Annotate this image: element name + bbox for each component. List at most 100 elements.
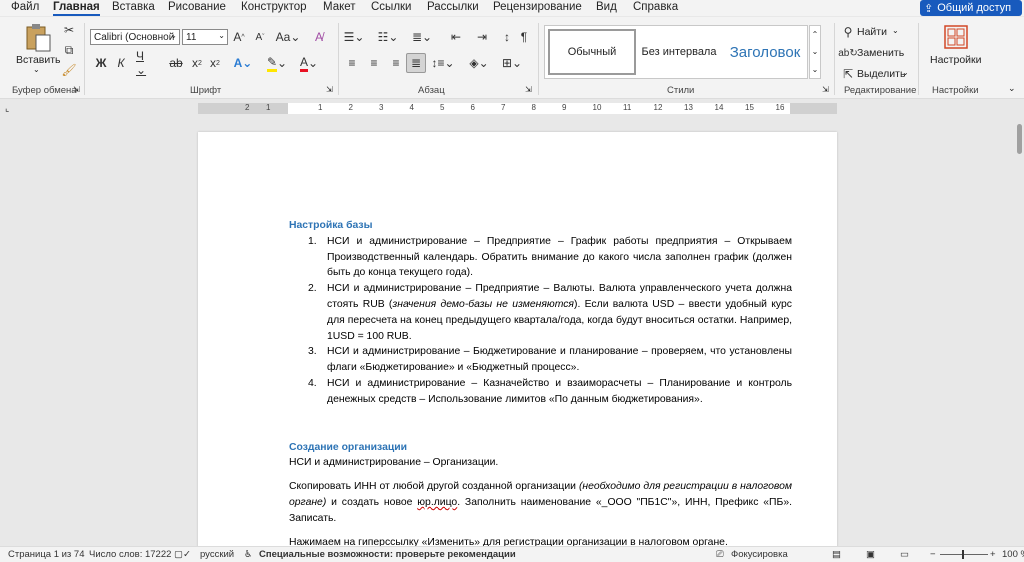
- zoom-slider[interactable]: [940, 554, 988, 555]
- font-name-select[interactable]: Calibri (Основной ⌄: [90, 29, 180, 45]
- vertical-scrollbar[interactable]: [1015, 118, 1024, 546]
- text-effects-icon[interactable]: A⌄: [232, 55, 254, 71]
- tab-insert[interactable]: Вставка: [112, 1, 155, 13]
- page-count[interactable]: Страница 1 из 74: [8, 549, 85, 560]
- ruler-number: 14: [714, 103, 724, 112]
- proofing-icon[interactable]: ▢✓: [174, 549, 191, 560]
- word-count[interactable]: Число слов: 17222: [89, 549, 171, 560]
- chevron-down-icon: ⌄: [218, 31, 225, 40]
- clipboard-group-label: Буфер обмена: [12, 85, 77, 96]
- font-color-icon[interactable]: A ⌄: [298, 55, 320, 72]
- zoom-slider-thumb[interactable]: [962, 550, 964, 559]
- select-chevron-icon[interactable]: ⌄: [902, 68, 909, 77]
- change-case-icon[interactable]: Aa⌄: [276, 29, 301, 45]
- scroll-thumb[interactable]: [1017, 124, 1022, 154]
- numbering-icon[interactable]: ☷⌄: [378, 29, 399, 45]
- underline-icon[interactable]: Ч ⌄: [136, 49, 156, 77]
- style-no-spacing[interactable]: Без интервала: [639, 29, 719, 75]
- shrink-font-icon[interactable]: Aˇ: [253, 29, 267, 45]
- tab-help[interactable]: Справка: [633, 1, 678, 13]
- paragraph: Скопировать ИНН от любой другой созданно…: [289, 481, 792, 524]
- styles-launcher-icon[interactable]: ⇲: [822, 85, 829, 94]
- horizontal-ruler[interactable]: ⌞ 2 1 1 2 3 4 5 6 7 8 9 10 11 12 13 14 15 16: [0, 100, 1024, 118]
- chevron-down-icon[interactable]: ⌄: [812, 47, 819, 56]
- italic-icon[interactable]: К: [114, 55, 128, 71]
- align-right-icon[interactable]: ≡: [388, 55, 404, 71]
- collapse-ribbon-icon[interactable]: ⌄: [1008, 83, 1016, 94]
- document-page[interactable]: Настройка базы 1. НСИ и администрирование…: [198, 132, 837, 548]
- line-spacing-icon[interactable]: ↕≡⌄: [431, 55, 454, 71]
- bold-icon[interactable]: Ж: [94, 55, 108, 71]
- tab-references[interactable]: Ссылки: [371, 1, 412, 13]
- subscript-icon[interactable]: x2: [190, 55, 204, 71]
- replace-icon[interactable]: ab↻: [838, 46, 858, 60]
- multilevel-list-icon[interactable]: ≣⌄: [412, 29, 432, 45]
- paste-chevron-icon[interactable]: ⌄: [33, 65, 40, 74]
- decrease-indent-icon[interactable]: ⇤: [448, 29, 464, 45]
- styles-scroll[interactable]: ⌃ ⌄ ⌄: [809, 25, 821, 79]
- shading-icon[interactable]: ◈⌄: [468, 55, 490, 71]
- document-body[interactable]: Настройка базы 1. НСИ и администрирование…: [289, 218, 792, 548]
- ruler-number: 11: [623, 103, 632, 112]
- share-label: Общий доступ: [937, 2, 1012, 14]
- zoom-level[interactable]: 100 %: [1002, 549, 1024, 560]
- paragraph-launcher-icon[interactable]: ⇲: [525, 85, 532, 94]
- borders-icon[interactable]: ⊞⌄: [500, 55, 524, 71]
- show-formatting-icon[interactable]: ¶: [517, 29, 531, 45]
- tab-file[interactable]: Файл: [11, 1, 39, 13]
- superscript-icon[interactable]: x2: [208, 55, 222, 71]
- list-item: 4. НСИ и администрирование – Казначейство…: [308, 377, 792, 405]
- share-button[interactable]: ⇪ Общий доступ: [920, 0, 1022, 16]
- cut-icon[interactable]: ✂: [62, 23, 76, 37]
- settings-icon[interactable]: [944, 25, 968, 49]
- style-heading[interactable]: Заголовок: [723, 29, 807, 75]
- accessibility-status[interactable]: Специальные возможности: проверьте реком…: [259, 549, 516, 560]
- tab-home[interactable]: Главная: [53, 1, 100, 16]
- more-styles-icon[interactable]: ⌄: [812, 65, 819, 74]
- menu-bar: Файл Главная Вставка Рисование Конструкт…: [0, 0, 1024, 16]
- tab-selector-icon[interactable]: ⌞: [5, 103, 9, 114]
- read-mode-icon[interactable]: ▤: [832, 549, 841, 560]
- zoom-out-icon[interactable]: −: [930, 549, 936, 560]
- sort-icon[interactable]: ↕: [499, 29, 515, 45]
- style-normal[interactable]: Обычный: [548, 29, 636, 75]
- grow-font-icon[interactable]: A ^: [232, 29, 246, 45]
- increase-indent-icon[interactable]: ⇥: [474, 29, 490, 45]
- align-center-icon[interactable]: ≡: [366, 55, 382, 71]
- bullets-icon[interactable]: ☰⌄: [344, 29, 365, 45]
- find-chevron-icon[interactable]: ⌄: [892, 26, 899, 35]
- accessibility-icon[interactable]: ♿: [244, 549, 253, 560]
- find-button[interactable]: Найти: [857, 26, 887, 38]
- justify-icon[interactable]: ≣: [406, 53, 426, 73]
- settings-group-label: Настройки: [932, 85, 979, 96]
- tab-mailings[interactable]: Рассылки: [427, 1, 479, 13]
- print-layout-icon[interactable]: ▣: [866, 549, 875, 560]
- font-size-select[interactable]: 11 ⌄: [182, 29, 228, 45]
- tab-review[interactable]: Рецензирование: [493, 1, 582, 13]
- font-launcher-icon[interactable]: ⇲: [326, 85, 333, 94]
- highlight-color-icon[interactable]: ✎ ⌄: [266, 55, 288, 72]
- tab-layout[interactable]: Макет: [323, 1, 356, 13]
- clear-formatting-icon[interactable]: A̸: [311, 29, 327, 45]
- web-layout-icon[interactable]: ▭: [900, 549, 909, 560]
- clipboard-launcher-icon[interactable]: ⇲: [73, 85, 80, 94]
- find-icon[interactable]: ⚲: [842, 25, 854, 39]
- tab-design[interactable]: Конструктор: [241, 1, 307, 13]
- select-icon[interactable]: ⇱: [842, 67, 854, 81]
- settings-button[interactable]: Настройки: [930, 54, 982, 66]
- replace-button[interactable]: Заменить: [857, 47, 904, 59]
- format-painter-icon[interactable]: 🖌: [61, 63, 76, 77]
- align-left-icon[interactable]: ≡: [344, 55, 360, 71]
- focus-icon[interactable]: ⎚: [716, 549, 724, 560]
- language[interactable]: русский: [200, 549, 234, 560]
- select-button[interactable]: Выделить: [857, 68, 905, 80]
- focus-mode[interactable]: Фокусировка: [731, 549, 788, 560]
- ruler-number: 4: [409, 103, 414, 112]
- copy-icon[interactable]: ⧉: [62, 43, 76, 57]
- paste-icon[interactable]: [22, 23, 54, 53]
- strikethrough-icon[interactable]: ab: [168, 55, 184, 71]
- chevron-up-icon[interactable]: ⌃: [812, 30, 819, 39]
- zoom-in-icon[interactable]: +: [990, 549, 996, 560]
- tab-draw[interactable]: Рисование: [168, 1, 226, 13]
- tab-view[interactable]: Вид: [596, 1, 617, 13]
